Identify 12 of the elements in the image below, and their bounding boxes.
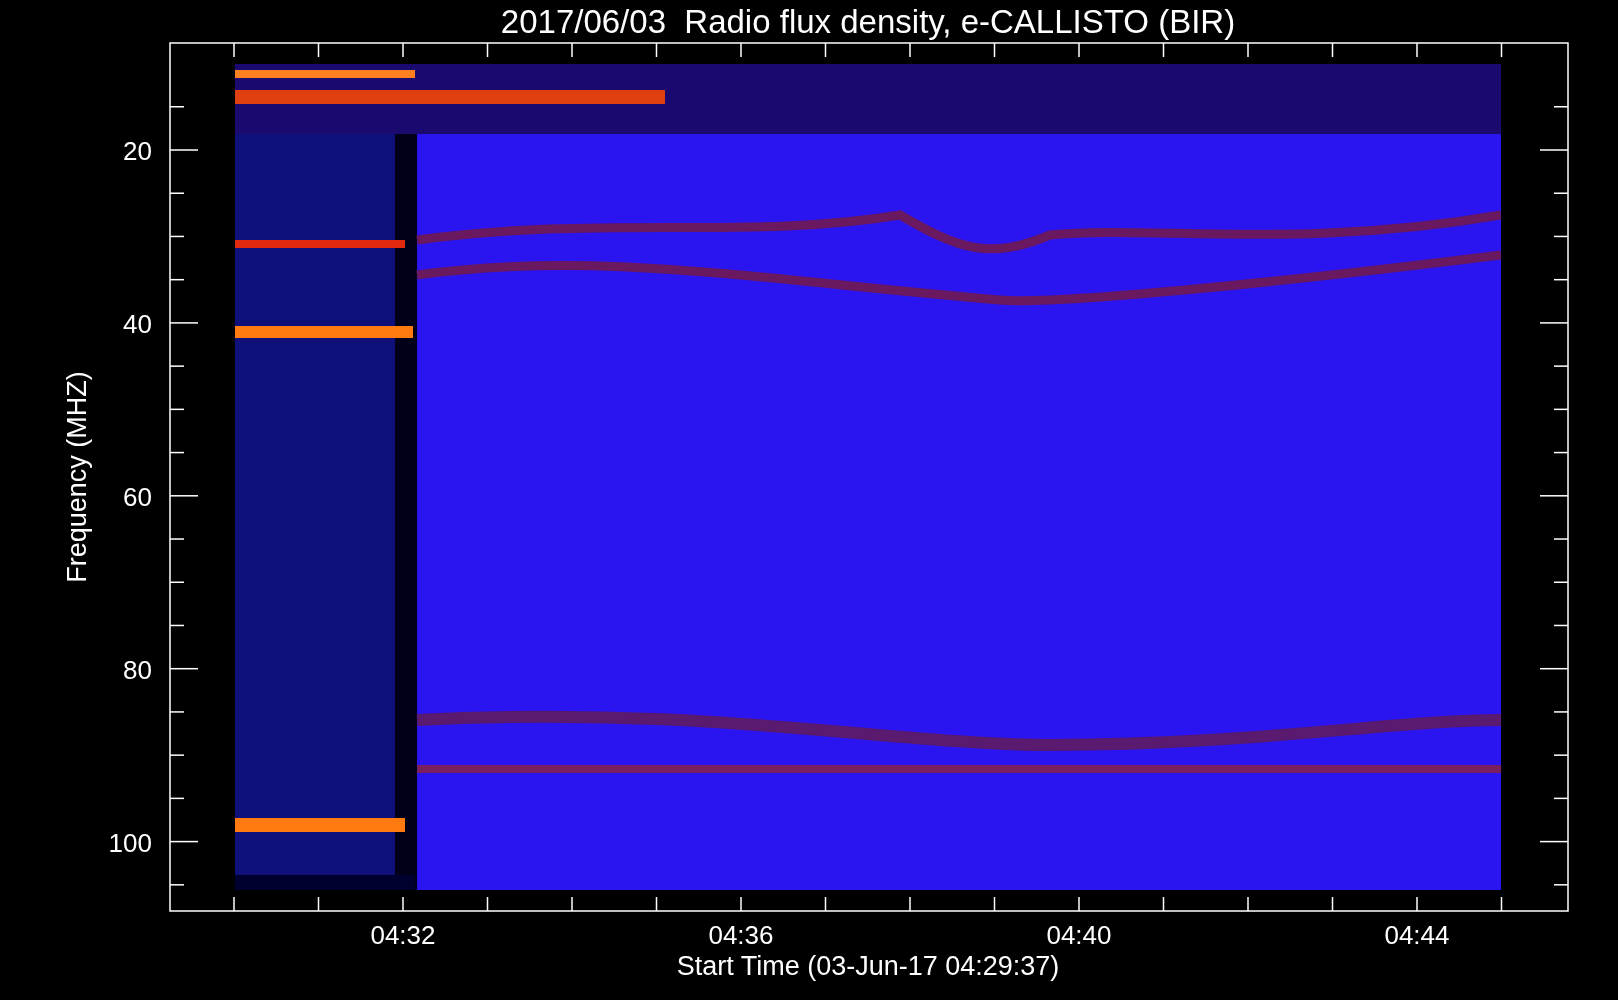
axis-tick-label: 04:44 [1384,920,1450,950]
axis-tick-label: 04:32 [370,920,436,950]
chart-title: 2017/06/03 Radio flux density, e-CALLISTO (BIR) [500,3,1236,40]
axis-title: Frequency (MHZ) [62,371,92,583]
axis-tick-label: 100 [108,827,152,858]
axis-tick-label: 80 [123,654,152,685]
axis-tick-label: 60 [123,481,152,512]
axis-title: Start Time (03-Jun-17 04:29:37) [676,951,1060,981]
axis-tick-label: 40 [123,308,152,339]
axis-tick-label: 20 [123,136,152,166]
axis-tick-label: 04:40 [1046,920,1112,950]
axis-tick-label: 04:36 [708,920,774,950]
